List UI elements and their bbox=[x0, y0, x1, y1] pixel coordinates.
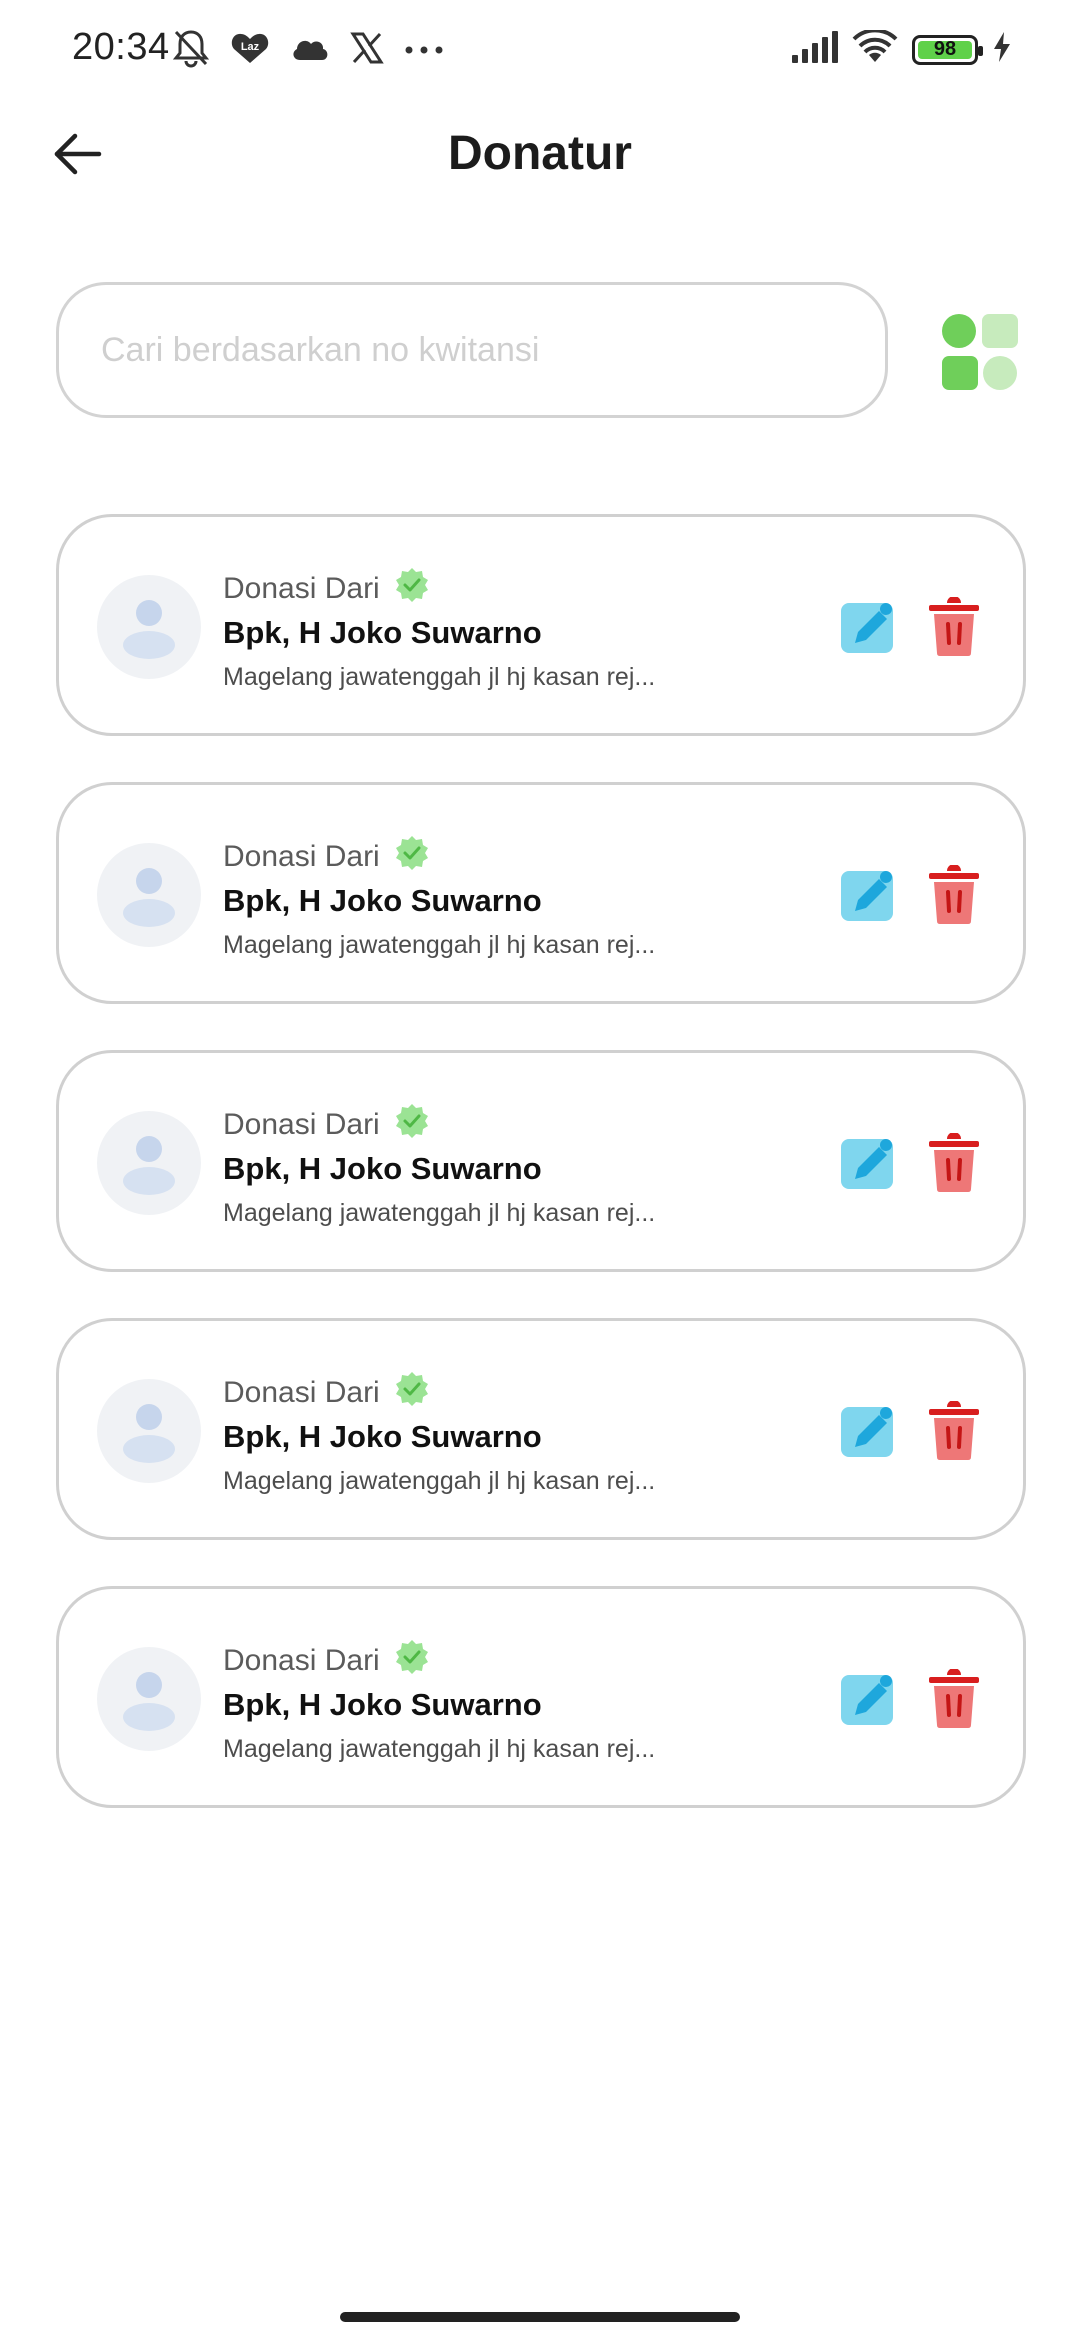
app-header: Donatur bbox=[0, 110, 1080, 200]
donor-label: Donasi Dari bbox=[223, 1371, 430, 1415]
page-title: Donatur bbox=[448, 127, 632, 180]
verified-badge-icon bbox=[394, 1371, 430, 1415]
donor-address: Magelang jawatenggah jl hj kasan rej... bbox=[223, 1467, 656, 1495]
delete-button[interactable] bbox=[927, 864, 981, 925]
donor-label: Donasi Dari bbox=[223, 1103, 430, 1147]
edit-pencil-icon bbox=[841, 1675, 895, 1731]
donor-name: Bpk, H Joko Suwarno bbox=[223, 1151, 542, 1186]
donor-name: Bpk, H Joko Suwarno bbox=[223, 883, 542, 918]
more-icon bbox=[404, 42, 444, 60]
battery-level: 98 bbox=[933, 38, 957, 60]
avatar bbox=[97, 1379, 201, 1483]
lazada-icon: Laz bbox=[230, 31, 270, 70]
wifi-icon bbox=[852, 28, 898, 69]
edit-pencil-icon bbox=[841, 1139, 895, 1195]
edit-pencil-icon bbox=[841, 871, 895, 927]
edit-button[interactable] bbox=[841, 601, 895, 655]
donor-name: Bpk, H Joko Suwarno bbox=[223, 1687, 542, 1722]
donor-name: Bpk, H Joko Suwarno bbox=[223, 615, 542, 650]
verified-badge-icon bbox=[394, 1103, 430, 1147]
delete-button[interactable] bbox=[927, 1668, 981, 1729]
edit-button[interactable] bbox=[841, 1673, 895, 1727]
x-icon bbox=[350, 31, 384, 70]
edit-pencil-icon bbox=[841, 1407, 895, 1463]
edit-button[interactable] bbox=[841, 869, 895, 923]
donor-name: Bpk, H Joko Suwarno bbox=[223, 1419, 542, 1454]
grid-icon bbox=[940, 314, 1020, 396]
donor-card[interactable]: Donasi Dari Bpk, H Joko Suwarno Magelang… bbox=[56, 514, 1026, 736]
edit-button[interactable] bbox=[841, 1137, 895, 1191]
donor-address: Magelang jawatenggah jl hj kasan rej... bbox=[223, 931, 656, 959]
verified-badge-icon bbox=[394, 835, 430, 879]
trash-icon bbox=[927, 1668, 981, 1733]
verified-badge-icon bbox=[394, 567, 430, 611]
donor-label: Donasi Dari bbox=[223, 1639, 430, 1683]
status-system-icons: 98 bbox=[790, 28, 1012, 69]
category-grid-button[interactable] bbox=[940, 312, 1020, 392]
signal-icon bbox=[790, 31, 838, 68]
trash-icon bbox=[927, 1400, 981, 1465]
svg-text:Laz: Laz bbox=[241, 41, 260, 53]
status-notification-icons: Laz bbox=[172, 28, 444, 73]
donor-label: Donasi Dari bbox=[223, 835, 430, 879]
delete-button[interactable] bbox=[927, 1132, 981, 1193]
donor-address: Magelang jawatenggah jl hj kasan rej... bbox=[223, 1735, 656, 1763]
status-bar: 20:34 Laz 98 bbox=[0, 0, 1080, 100]
search-input[interactable] bbox=[59, 285, 885, 415]
avatar bbox=[97, 1111, 201, 1215]
delete-button[interactable] bbox=[927, 596, 981, 657]
avatar bbox=[97, 843, 201, 947]
charging-icon bbox=[992, 32, 1012, 67]
donor-card[interactable]: Donasi Dari Bpk, H Joko Suwarno Magelang… bbox=[56, 1050, 1026, 1272]
donor-address: Magelang jawatenggah jl hj kasan rej... bbox=[223, 663, 656, 691]
donor-card[interactable]: Donasi Dari Bpk, H Joko Suwarno Magelang… bbox=[56, 782, 1026, 1004]
search-box bbox=[56, 282, 888, 418]
cloud-icon bbox=[290, 34, 330, 67]
edit-pencil-icon bbox=[841, 603, 895, 659]
battery-icon: 98 bbox=[912, 34, 983, 65]
donor-list: Donasi Dari Bpk, H Joko Suwarno Magelang… bbox=[56, 514, 1026, 1854]
donor-card[interactable]: Donasi Dari Bpk, H Joko Suwarno Magelang… bbox=[56, 1318, 1026, 1540]
donor-label: Donasi Dari bbox=[223, 567, 430, 611]
status-time: 20:34 bbox=[72, 26, 170, 68]
donor-card[interactable]: Donasi Dari Bpk, H Joko Suwarno Magelang… bbox=[56, 1586, 1026, 1808]
home-indicator[interactable] bbox=[340, 2312, 740, 2322]
verified-badge-icon bbox=[394, 1639, 430, 1683]
delete-button[interactable] bbox=[927, 1400, 981, 1461]
trash-icon bbox=[927, 596, 981, 661]
avatar bbox=[97, 575, 201, 679]
donor-address: Magelang jawatenggah jl hj kasan rej... bbox=[223, 1199, 656, 1227]
trash-icon bbox=[927, 864, 981, 929]
edit-button[interactable] bbox=[841, 1405, 895, 1459]
bell-off-icon bbox=[172, 28, 210, 73]
avatar bbox=[97, 1647, 201, 1751]
trash-icon bbox=[927, 1132, 981, 1197]
